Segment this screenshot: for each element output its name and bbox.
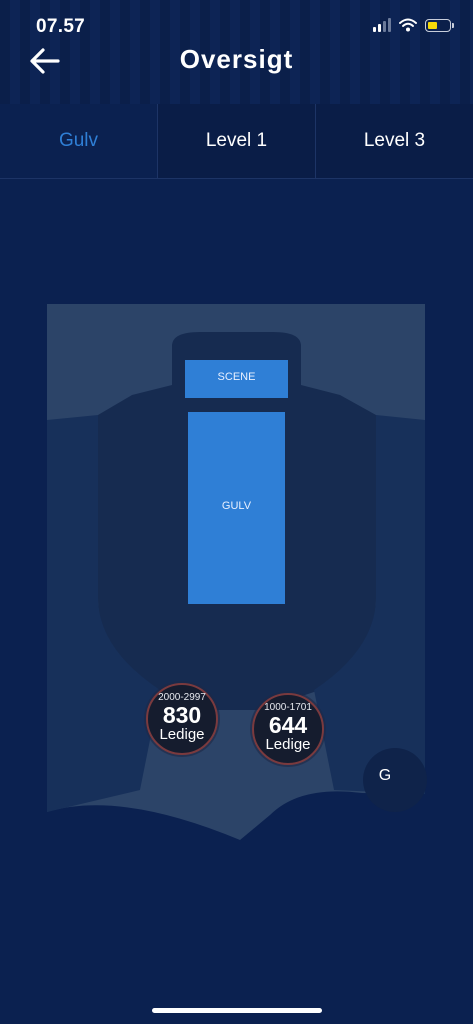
tab-level-1[interactable]: Level 1 xyxy=(157,104,315,178)
header: 07.57 Oversigt xyxy=(0,0,473,104)
available-label: Ledige xyxy=(159,726,205,743)
status-icons xyxy=(373,18,454,32)
page-title: Oversigt xyxy=(179,44,294,74)
tab-gulv[interactable]: Gulv xyxy=(0,104,157,178)
available-count: 830 xyxy=(162,702,202,728)
section-badge-1000[interactable]: 1000-1701 644 Ledige xyxy=(252,693,324,765)
battery-icon xyxy=(425,18,454,32)
section-badge-2000[interactable]: 2000-2997 830 Ledige xyxy=(146,683,218,755)
venue-map: SCENE GULV 2000-2997 830 Ledige 1000-170… xyxy=(0,178,473,978)
floor-label: GULV xyxy=(221,500,252,512)
stage-label: SCENE xyxy=(217,371,256,383)
wifi-icon xyxy=(399,18,417,32)
venue-map-graphic xyxy=(47,304,427,840)
home-indicator[interactable] xyxy=(152,1008,322,1013)
status-time: 07.57 xyxy=(36,16,86,37)
entrance-label: G xyxy=(378,767,392,784)
level-tabs: Gulv Level 1 Level 3 xyxy=(0,104,473,179)
tab-level-3[interactable]: Level 3 xyxy=(315,104,473,178)
cellular-signal-icon xyxy=(373,18,391,32)
available-label: Ledige xyxy=(265,736,311,753)
available-count: 644 xyxy=(268,712,308,738)
